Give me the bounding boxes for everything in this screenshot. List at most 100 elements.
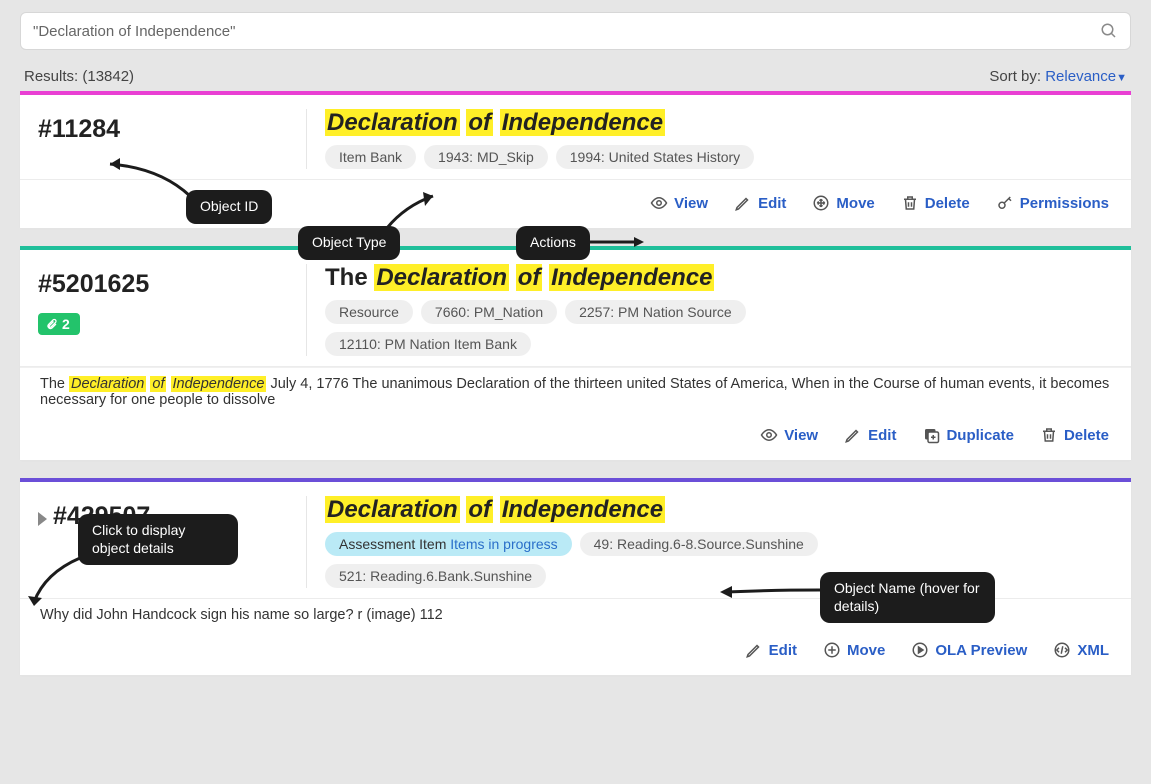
action-label: XML — [1077, 642, 1109, 659]
action-label: Delete — [1064, 427, 1109, 444]
view-button[interactable]: View — [650, 194, 708, 212]
pencil-icon — [734, 194, 752, 212]
action-label: Duplicate — [946, 427, 1014, 444]
result-card: #5201625 2 The Declaration of Independen… — [20, 246, 1131, 460]
object-title[interactable]: Declaration of Independence — [325, 109, 1113, 137]
chip-object-type[interactable]: Resource — [325, 300, 413, 324]
attachment-count-badge[interactable]: 2 — [38, 313, 80, 335]
title-column: Declaration of Independence Item Bank 19… — [325, 109, 1113, 169]
object-id-column: #5201625 2 — [38, 264, 288, 356]
chip-main-label: Assessment Item — [339, 536, 446, 552]
edit-button[interactable]: Edit — [745, 641, 797, 659]
title-prefix: The — [325, 264, 374, 291]
highlight: Independence — [549, 264, 714, 291]
xml-icon — [1053, 641, 1071, 659]
vertical-separator — [306, 496, 307, 588]
highlight: Independence — [500, 109, 665, 136]
title-column: Declaration of Independence Assessment I… — [325, 496, 1113, 588]
annotation-actions: Actions — [516, 226, 590, 260]
tag-chips: Assessment Item Items in progress 49: Re… — [325, 532, 1113, 556]
chip[interactable]: 521: Reading.6.Bank.Sunshine — [325, 564, 546, 588]
delete-button[interactable]: Delete — [1040, 426, 1109, 444]
eye-icon — [760, 426, 778, 444]
object-id: #5201625 — [38, 270, 288, 299]
badge-count: 2 — [62, 316, 70, 332]
move-icon — [812, 194, 830, 212]
vertical-separator — [306, 109, 307, 169]
paperclip-icon — [46, 318, 58, 330]
highlight: Declaration — [325, 496, 460, 523]
action-label: Move — [847, 642, 885, 659]
eye-icon — [650, 194, 668, 212]
pencil-icon — [844, 426, 862, 444]
annotation-arrow — [586, 236, 646, 248]
highlight: Independence — [171, 376, 267, 392]
object-title[interactable]: Declaration of Independence — [325, 496, 1113, 524]
search-icon[interactable] — [1100, 22, 1118, 40]
chip[interactable]: 7660: PM_Nation — [421, 300, 557, 324]
trash-icon — [1040, 426, 1058, 444]
title-column: The Declaration of Independence Resource… — [325, 264, 1113, 356]
delete-button[interactable]: Delete — [901, 194, 970, 212]
highlight: of — [150, 376, 166, 392]
xml-button[interactable]: XML — [1053, 641, 1109, 659]
ola-preview-button[interactable]: OLA Preview — [911, 641, 1027, 659]
preview-prefix: The — [40, 376, 69, 392]
page-root: Results: (13842) Sort by: Relevance▼ #11… — [0, 0, 1151, 723]
chip-object-type[interactable]: Assessment Item Items in progress — [325, 532, 572, 556]
action-label: Move — [836, 195, 874, 212]
action-label: View — [674, 195, 708, 212]
highlight: of — [516, 264, 543, 291]
sort-by-value: Relevance — [1045, 68, 1116, 85]
move-icon — [823, 641, 841, 659]
chip[interactable]: 2257: PM Nation Source — [565, 300, 746, 324]
expand-caret-icon[interactable] — [38, 512, 47, 526]
action-label: Delete — [925, 195, 970, 212]
chip[interactable]: 12110: PM Nation Item Bank — [325, 332, 531, 356]
chip-sublink[interactable]: Items in progress — [450, 536, 557, 552]
action-label: Edit — [769, 642, 797, 659]
search-input[interactable] — [33, 23, 1100, 40]
tag-chips: Resource 7660: PM_Nation 2257: PM Nation… — [325, 300, 1113, 324]
object-id: #11284 — [38, 115, 288, 144]
pencil-icon — [745, 641, 763, 659]
action-label: Edit — [868, 427, 896, 444]
highlight: Declaration — [69, 376, 146, 392]
results-count: Results: (13842) — [24, 68, 134, 85]
sort-by-label: Sort by: — [989, 68, 1041, 85]
annotation-expand: Click to display object details — [78, 514, 238, 565]
annotation-object-type: Object Type — [298, 226, 400, 260]
duplicate-icon — [922, 426, 940, 444]
sort-by[interactable]: Sort by: Relevance▼ — [989, 68, 1127, 85]
permissions-button[interactable]: Permissions — [996, 194, 1109, 212]
edit-button[interactable]: Edit — [844, 426, 896, 444]
tag-chips-row2: 12110: PM Nation Item Bank — [325, 332, 1113, 356]
chip[interactable]: 49: Reading.6-8.Source.Sunshine — [580, 532, 818, 556]
action-label: Edit — [758, 195, 786, 212]
action-label: Permissions — [1020, 195, 1109, 212]
preview-plain: Why did John Handcock sign his name so l… — [40, 607, 443, 623]
action-label: OLA Preview — [935, 642, 1027, 659]
tag-chips: Item Bank 1943: MD_Skip 1994: United Sta… — [325, 145, 1113, 169]
move-button[interactable]: Move — [823, 641, 885, 659]
annotation-arrow — [30, 558, 90, 608]
highlight: Independence — [500, 496, 665, 523]
move-button[interactable]: Move — [812, 194, 874, 212]
duplicate-button[interactable]: Duplicate — [922, 426, 1014, 444]
highlight: Declaration — [325, 109, 460, 136]
edit-button[interactable]: Edit — [734, 194, 786, 212]
annotation-arrow — [720, 584, 830, 604]
action-bar: Edit Move OLA Preview XML — [20, 627, 1131, 663]
trash-icon — [901, 194, 919, 212]
action-label: View — [784, 427, 818, 444]
highlight: Declaration — [374, 264, 509, 291]
annotation-object-name: Object Name (hover for details) — [820, 572, 995, 623]
chip[interactable]: 1943: MD_Skip — [424, 145, 548, 169]
object-title[interactable]: The Declaration of Independence — [325, 264, 1113, 292]
result-preview-text: The Declaration of Independence July 4, … — [20, 367, 1131, 412]
view-button[interactable]: View — [760, 426, 818, 444]
highlight: of — [466, 109, 493, 136]
chip-object-type[interactable]: Item Bank — [325, 145, 416, 169]
search-bar[interactable] — [20, 12, 1131, 50]
chip[interactable]: 1994: United States History — [556, 145, 754, 169]
